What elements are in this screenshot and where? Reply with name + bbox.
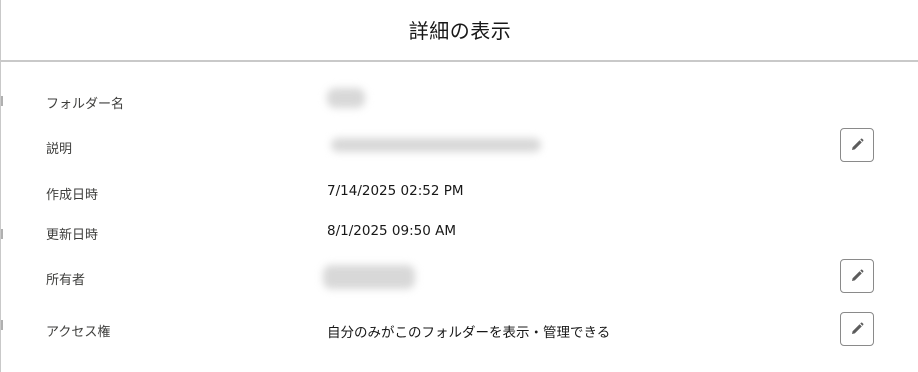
description-label: 説明 — [46, 142, 73, 157]
detail-row-created-date: 作成日時 7/14/2025 02:52 PM — [1, 173, 918, 209]
edit-owner-button[interactable] — [840, 259, 874, 293]
description-value-redacted — [331, 138, 541, 152]
detail-row-folder-name: フォルダー名 — [1, 82, 918, 118]
modal-header: 詳細の表示 — [1, 0, 918, 62]
detail-row-modified-date: 更新日時 8/1/2025 09:50 AM — [1, 213, 918, 249]
created-date-value: 7/14/2025 02:52 PM — [327, 183, 464, 199]
edit-access-button[interactable] — [840, 312, 874, 346]
detail-row-owner: 所有者 — [1, 259, 918, 295]
access-value: 自分のみがこのフォルダーを表示・管理できる — [327, 325, 611, 341]
modified-date-label: 更新日時 — [46, 228, 99, 243]
modal-title: 詳細の表示 — [408, 18, 512, 43]
owner-value-redacted — [323, 265, 415, 289]
detail-row-access: アクセス権 自分のみがこのフォルダーを表示・管理できる — [1, 312, 918, 348]
modified-date-value: 8/1/2025 09:50 AM — [327, 223, 457, 239]
pencil-icon — [852, 322, 864, 334]
folder-name-label: フォルダー名 — [46, 97, 125, 112]
folder-details-modal: 詳細の表示 フォルダー名 説明 作成日時 7/14/2025 02:52 PM … — [0, 0, 918, 372]
created-date-label: 作成日時 — [46, 188, 99, 203]
pencil-icon — [852, 269, 864, 281]
access-label: アクセス権 — [46, 325, 111, 340]
detail-row-description: 説明 — [1, 128, 918, 164]
pencil-icon — [852, 138, 864, 150]
folder-name-value-redacted — [327, 88, 365, 108]
edit-description-button[interactable] — [840, 128, 874, 162]
owner-label: 所有者 — [46, 273, 86, 288]
